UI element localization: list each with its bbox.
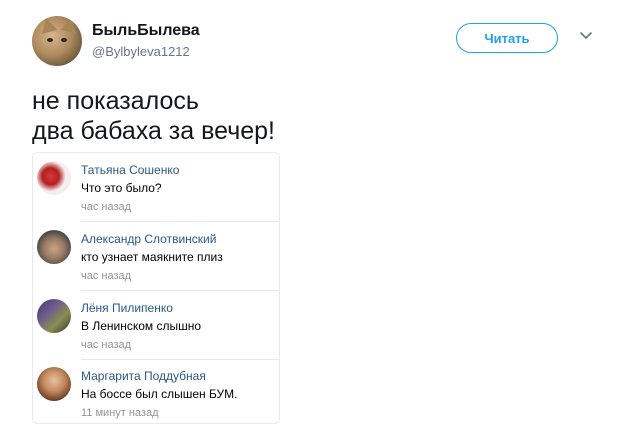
comment-author[interactable]: Александр Слотвинский xyxy=(81,232,216,246)
comment-text: На боссе был слышен БУМ. xyxy=(81,387,238,401)
comment-item: Александр Слотвинский кто узнает маякнит… xyxy=(33,222,279,290)
comment-time[interactable]: час назад xyxy=(81,201,131,213)
comment-text: В Ленинском слышно xyxy=(81,319,202,333)
comment-author[interactable]: Маргарита Поддубная xyxy=(81,369,206,383)
comment-author[interactable]: Лёня Пилипенко xyxy=(81,301,173,315)
chevron-down-icon[interactable] xyxy=(578,28,594,44)
user-handle[interactable]: @Bylbyleva1212 xyxy=(92,44,190,59)
comment-text: Что это было? xyxy=(81,181,162,195)
comments-screenshot: Татьяна Сошенко Что это было? час назад … xyxy=(32,152,280,424)
comment-item: Маргарита Поддубная На боссе был слышен … xyxy=(33,359,279,427)
comment-time[interactable]: час назад xyxy=(81,270,131,282)
comment-time[interactable]: 11 минут назад xyxy=(81,407,159,419)
tweet-text: не показалось два бабаха за вечер! xyxy=(32,87,275,145)
cat-avatar-icon[interactable] xyxy=(32,16,82,66)
woman-avatar-icon[interactable] xyxy=(37,367,71,401)
comment-author[interactable]: Татьяна Сошенко xyxy=(81,163,179,177)
follow-button[interactable]: Читать xyxy=(456,23,558,53)
tweet-header: БыльБылева @Bylbyleva1212 Читать xyxy=(32,16,612,72)
purple-avatar-icon[interactable] xyxy=(37,299,71,333)
comment-time[interactable]: час назад xyxy=(81,339,131,351)
comment-item: Татьяна Сошенко Что это было? час назад xyxy=(33,153,279,221)
display-name[interactable]: БыльБылева xyxy=(92,22,200,40)
man-avatar-icon[interactable] xyxy=(37,230,71,264)
comment-text: кто узнает маякните плиз xyxy=(81,250,223,264)
comment-item: Лёня Пилипенко В Ленинском слышно час на… xyxy=(33,291,279,359)
flower-avatar-icon[interactable] xyxy=(37,161,71,195)
